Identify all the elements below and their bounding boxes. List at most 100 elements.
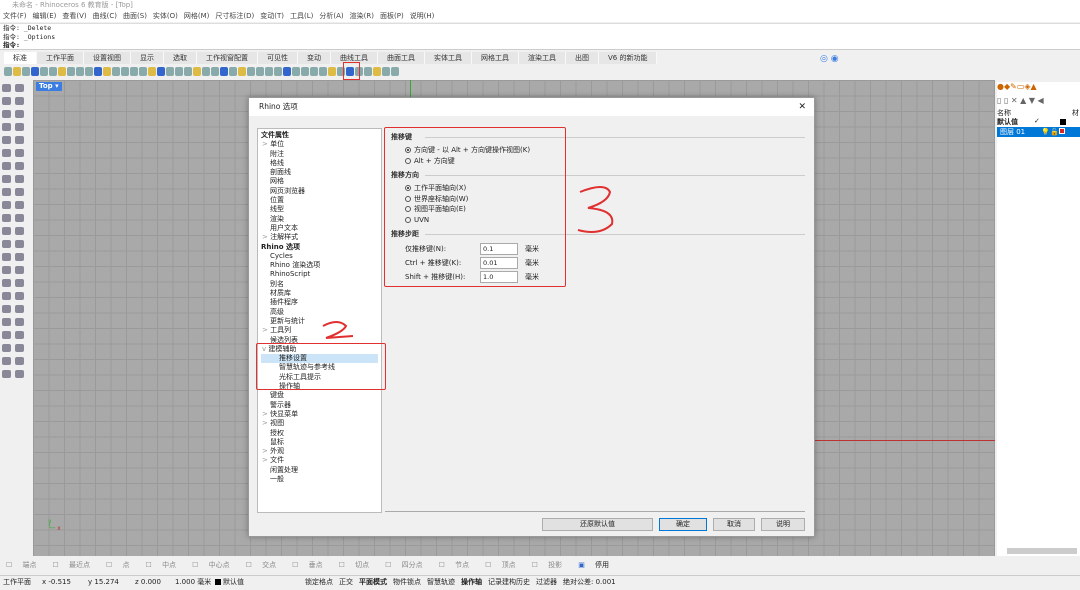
expand-icon[interactable]: > [262, 140, 270, 148]
tool-icon[interactable] [15, 122, 24, 131]
osnap-checkbox[interactable]: ☐ 交点 [246, 561, 285, 569]
cplane-status[interactable]: 工作平面 [3, 576, 31, 589]
ok-button[interactable]: 确定 [659, 518, 707, 531]
tab[interactable]: 可见性 [258, 52, 298, 64]
checkbox-icon[interactable]: ☐ [106, 561, 115, 569]
tool-icon[interactable] [15, 291, 24, 300]
osnap-checkbox[interactable]: ☐ 端点 [6, 561, 45, 569]
status-toggle[interactable]: 记录建构历史 [488, 576, 530, 589]
tool-icon[interactable] [2, 226, 11, 235]
osnap-checkbox[interactable]: ☐ 点 [106, 561, 138, 569]
tool-icon[interactable] [15, 135, 24, 144]
tree-item[interactable]: 一般 [261, 475, 378, 484]
tab[interactable]: 变动 [298, 52, 331, 64]
expand-icon[interactable]: > [262, 447, 270, 455]
menu-item[interactable]: 变动(T) [260, 12, 284, 20]
tree-item[interactable]: RhinoScript [261, 270, 378, 279]
status-toggle[interactable]: 智慧轨迹 [427, 576, 455, 589]
menu-item[interactable]: 工具(L) [290, 12, 313, 20]
toolbar-tool-icon[interactable] [211, 67, 219, 76]
osnap-checkbox[interactable]: ☐ 节点 [439, 561, 478, 569]
tool-icon[interactable] [15, 174, 24, 183]
tool-icon[interactable] [15, 109, 24, 118]
toolbar-tool-icon[interactable] [49, 67, 57, 76]
tree-item[interactable]: 网格 [261, 177, 378, 186]
toolbar-tool-icon[interactable] [256, 67, 264, 76]
tree-item[interactable]: 高级 [261, 308, 378, 317]
tool-icon[interactable] [15, 200, 24, 209]
tab[interactable]: 工作视窗配置 [197, 52, 258, 64]
osnap-checkbox[interactable]: ▣ 停用 [578, 561, 617, 569]
tree-item[interactable]: > 外观 [261, 447, 378, 456]
toolbar-tool-icon[interactable] [292, 67, 300, 76]
tool-icon[interactable] [2, 161, 11, 170]
tool-icon[interactable] [2, 356, 11, 365]
tool-icon[interactable] [15, 161, 24, 170]
tool-icon[interactable] [2, 213, 11, 222]
tree-item[interactable]: 闲置处理 [261, 466, 378, 475]
layer-color-swatch[interactable] [1058, 128, 1065, 134]
toolbar-tool-icon[interactable] [148, 67, 156, 76]
checkbox-icon[interactable]: ☐ [439, 561, 448, 569]
tab[interactable]: 显示 [131, 52, 164, 64]
tool-icon[interactable] [15, 226, 24, 235]
menu-item[interactable]: 曲线(C) [93, 12, 117, 20]
tool-icon[interactable] [15, 330, 24, 339]
status-toggle[interactable]: 操作轴 [461, 576, 482, 589]
tree-item[interactable]: > 视图 [261, 419, 378, 428]
toolbar-tool-icon[interactable] [301, 67, 309, 76]
tree-item[interactable]: > 注解样式 [261, 233, 378, 242]
osnap-checkbox[interactable]: ☐ 切点 [339, 561, 378, 569]
tree-item[interactable]: 插件程序 [261, 298, 378, 307]
status-toggle[interactable]: 正交 [339, 576, 353, 589]
tab[interactable]: 出图 [566, 52, 599, 64]
osnap-checkbox[interactable]: ☐ 中点 [146, 561, 185, 569]
tree-item[interactable]: 位置 [261, 196, 378, 205]
menu-item[interactable]: 网格(M) [184, 12, 210, 20]
tool-icon[interactable] [2, 187, 11, 196]
viewport-label[interactable]: Top ▾ [36, 82, 62, 91]
osnap-checkbox[interactable]: ☐ 最近点 [53, 561, 99, 569]
tool-icon[interactable] [15, 278, 24, 287]
menu-item[interactable]: 分析(A) [319, 12, 343, 20]
status-toggle[interactable]: 绝对公差: 0.001 [563, 576, 616, 589]
toolbar-options-icon[interactable]: ◎ ◉ [820, 54, 839, 64]
toolbar-tool-icon[interactable] [130, 67, 138, 76]
checkbox-icon[interactable]: ☐ [53, 561, 62, 569]
toolbar-tool-icon[interactable] [166, 67, 174, 76]
toolbar-tool-icon[interactable] [67, 67, 75, 76]
osnap-checkbox[interactable]: ☐ 中心点 [192, 561, 238, 569]
menu-item[interactable]: 查看(V) [62, 12, 86, 20]
tool-icon[interactable] [15, 265, 24, 274]
toolbar-tool-icon[interactable] [319, 67, 327, 76]
panel-scrollbar[interactable] [1007, 548, 1077, 554]
toolbar-tool-icon[interactable] [4, 67, 12, 76]
menu-item[interactable]: 实体(O) [153, 12, 178, 20]
cancel-button[interactable]: 取消 [713, 518, 755, 531]
tool-icon[interactable] [2, 304, 11, 313]
tab[interactable]: 曲面工具 [378, 52, 425, 64]
tool-icon[interactable] [2, 369, 11, 378]
tool-icon[interactable] [15, 83, 24, 92]
tool-icon[interactable] [2, 291, 11, 300]
status-toggle[interactable]: 平面模式 [359, 576, 387, 589]
toolbar-tool-icon[interactable] [40, 67, 48, 76]
tree-item[interactable]: > 文件 [261, 456, 378, 465]
layer-row-selected[interactable]: 图层 01 💡🔓 [997, 127, 1080, 137]
tree-item[interactable]: 附注 [261, 150, 378, 159]
checkbox-icon[interactable]: ☐ [192, 561, 201, 569]
tool-icon[interactable] [15, 148, 24, 157]
toolbar-tool-icon[interactable] [157, 67, 165, 76]
tree-item[interactable]: > 单位 [261, 140, 378, 149]
toolbar-tool-icon[interactable] [58, 67, 66, 76]
tool-icon[interactable] [15, 317, 24, 326]
help-button[interactable]: 说明 [761, 518, 805, 531]
tool-icon[interactable] [2, 83, 11, 92]
toolbar-tool-icon[interactable] [382, 67, 390, 76]
checkbox-icon[interactable]: ☐ [339, 561, 348, 569]
checkbox-icon[interactable]: ☐ [485, 561, 494, 569]
toolbar-tool-icon[interactable] [274, 67, 282, 76]
checkbox-icon[interactable]: ☐ [532, 561, 541, 569]
tree-item[interactable]: 渲染 [261, 215, 378, 224]
checkbox-icon[interactable]: ☐ [385, 561, 394, 569]
